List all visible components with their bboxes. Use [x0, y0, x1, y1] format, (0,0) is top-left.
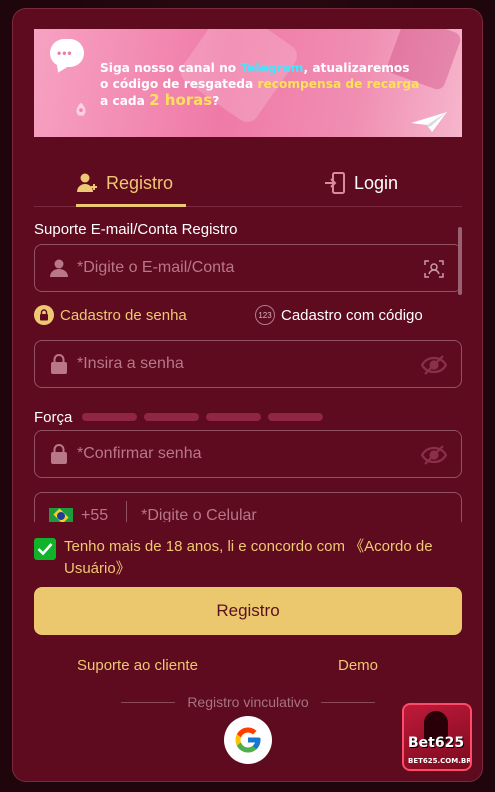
banner-text: Siga nosso canal no [100, 61, 241, 75]
tab-login[interactable]: Login [324, 159, 398, 207]
strength-bar [268, 413, 324, 421]
login-door-icon [325, 172, 345, 194]
paper-plane-icon [411, 112, 447, 132]
register-modal: ••• Siga nosso canal no Telegram, atuali… [12, 8, 483, 782]
mode-password-label: Cadastro de senha [60, 306, 187, 324]
chat-bubble-icon: ••• [50, 39, 84, 67]
banner-highlight-telegram: Telegram [240, 61, 304, 75]
numeric-code-icon: 123 [255, 305, 275, 325]
divider-line [320, 701, 376, 703]
banner-text: ? [212, 94, 220, 108]
lock-icon [49, 354, 69, 374]
tab-login-label: Login [354, 172, 399, 193]
confirm-password-field[interactable]: *Confirmar senha [34, 430, 462, 478]
active-tab-indicator [76, 204, 186, 207]
strength-bar [82, 413, 138, 421]
confirm-placeholder: *Confirmar senha [77, 445, 202, 462]
user-add-icon [77, 173, 97, 192]
eye-hidden-icon[interactable] [421, 354, 447, 376]
customer-support-link[interactable]: Suporte ao cliente [77, 657, 198, 674]
password-strength: Força [34, 407, 462, 427]
user-icon [49, 258, 69, 278]
terms-checkbox[interactable] [34, 538, 56, 560]
demo-link[interactable]: Demo [338, 657, 378, 674]
terms-agreement: Tenho mais de 18 anos, li e concordo com… [34, 536, 462, 580]
strength-bar [206, 413, 262, 421]
form-scrollbar[interactable] [458, 227, 462, 295]
terms-statement: Tenho mais de 18 anos, li e concordo com [64, 538, 350, 555]
register-submit-button[interactable]: Registro [34, 587, 462, 635]
banner-highlight-reward: recompensa de recarga [257, 77, 420, 91]
register-mode-selector: Cadastro de senha 123 Cadastro com códig… [34, 305, 462, 327]
eye-hidden-icon[interactable] [421, 444, 447, 466]
email-placeholder: *Digite o E-mail/Conta [77, 259, 235, 276]
footer-links: Suporte ao cliente Demo [34, 657, 462, 677]
phone-field[interactable]: +55 *Digite o Celular [34, 492, 462, 522]
auth-tabs: Registro Login [34, 159, 462, 207]
phone-field-box: +55 *Digite o Celular [34, 492, 462, 522]
brazil-flag-icon[interactable] [49, 508, 73, 522]
divider-line [121, 701, 176, 703]
email-section-label: Suporte E-mail/Conta Registro [34, 221, 238, 238]
banner-text: a cada [100, 94, 150, 108]
lock-icon [49, 444, 69, 464]
strength-label: Força [34, 408, 73, 426]
telegram-banner[interactable]: ••• Siga nosso canal no Telegram, atuali… [34, 29, 462, 137]
email-field[interactable]: *Digite o E-mail/Conta [34, 244, 462, 292]
country-code[interactable]: +55 [81, 507, 108, 522]
mode-password[interactable]: Cadastro de senha [34, 305, 187, 325]
social-divider: Registro vinculativo [121, 692, 376, 712]
google-signin-button[interactable] [224, 716, 272, 764]
tab-register-label: Registro [106, 172, 174, 193]
app-download-badge[interactable]: Bet625 BET625.COM.BR [402, 703, 472, 771]
lock-icon [34, 305, 54, 325]
password-field[interactable]: *Insira a senha [34, 340, 462, 388]
banner-highlight-hours: 2 horas [149, 91, 213, 109]
phone-placeholder: *Digite o Celular [141, 507, 257, 522]
social-register-label: Registro vinculativo [187, 694, 309, 710]
mode-code-label: Cadastro com código [281, 306, 423, 324]
tab-register[interactable]: Registro [76, 159, 173, 207]
google-icon [235, 727, 261, 753]
strength-bar [144, 413, 200, 421]
banner-text: o código de resgateda [100, 77, 258, 91]
checkmark-icon [37, 543, 53, 556]
app-site-text: BET625.COM.BR [408, 757, 472, 765]
terms-text: Tenho mais de 18 anos, li e concordo com… [64, 536, 462, 580]
banner-text: , atualizaremos [303, 61, 410, 75]
password-placeholder: *Insira a senha [77, 355, 184, 372]
mode-code[interactable]: 123 Cadastro com código [255, 305, 423, 325]
phone-divider [126, 501, 128, 522]
face-scan-icon[interactable] [421, 258, 447, 280]
app-logo-text: Bet625 [408, 735, 465, 751]
banner-message: Siga nosso canal no Telegram, atualizare… [100, 60, 420, 109]
rocket-icon [76, 102, 86, 116]
